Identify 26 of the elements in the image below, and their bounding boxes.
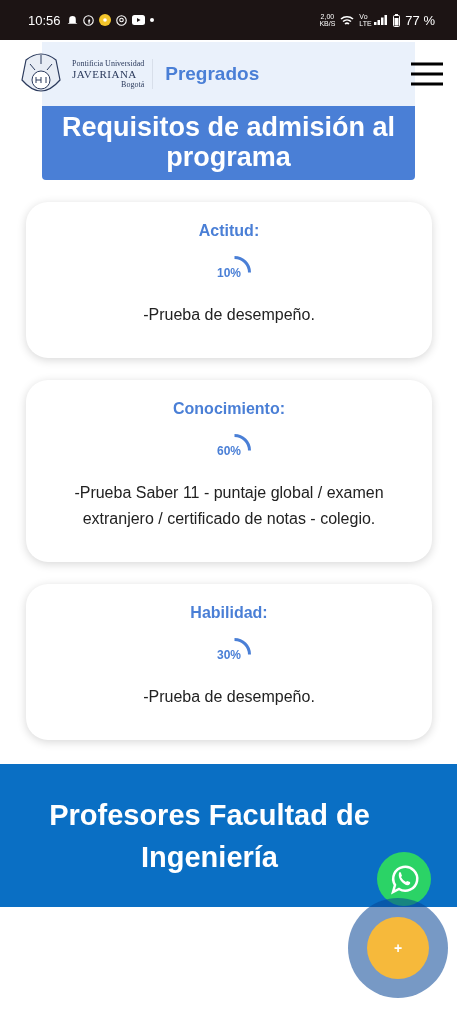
whatsapp-button[interactable] [377, 852, 431, 906]
dot-icon [149, 18, 154, 22]
card-description: -Prueba Saber 11 - puntaje global / examen extranjero / certificado de notas - colegio. [73, 483, 385, 529]
wifi-icon [340, 14, 355, 26]
percent-label: 30% [217, 648, 241, 662]
university-name: JAVERIANA [72, 68, 138, 80]
percent-label: 60% [217, 444, 241, 458]
nav-title: Pregrados [165, 63, 260, 85]
percent-label: 10% [217, 266, 241, 280]
university-subtitle: Pontificia Universidad [72, 59, 145, 68]
menu-button[interactable] [411, 62, 443, 86]
card-description: -Prueba de desempeño. [143, 687, 315, 707]
card-title: Actitud: [198, 222, 260, 240]
battery-icon [393, 13, 401, 27]
university-city: Bogotá [121, 80, 145, 89]
add-button[interactable]: + [367, 917, 429, 979]
card-title: Conocimiento: [173, 400, 285, 418]
battery-level: 77 % [405, 12, 435, 28]
signal-icon [374, 15, 389, 25]
clock: 10:56 [28, 12, 61, 28]
section-title: Requisitos de admisión al programa [60, 112, 397, 172]
card-title: Habilidad: [190, 604, 268, 622]
video-icon [131, 15, 145, 25]
footer-title: Profesores Facultad de Ingeniería [48, 797, 371, 875]
notification-icon [98, 14, 111, 26]
card-description: -Prueba de desempeño. [143, 305, 315, 325]
